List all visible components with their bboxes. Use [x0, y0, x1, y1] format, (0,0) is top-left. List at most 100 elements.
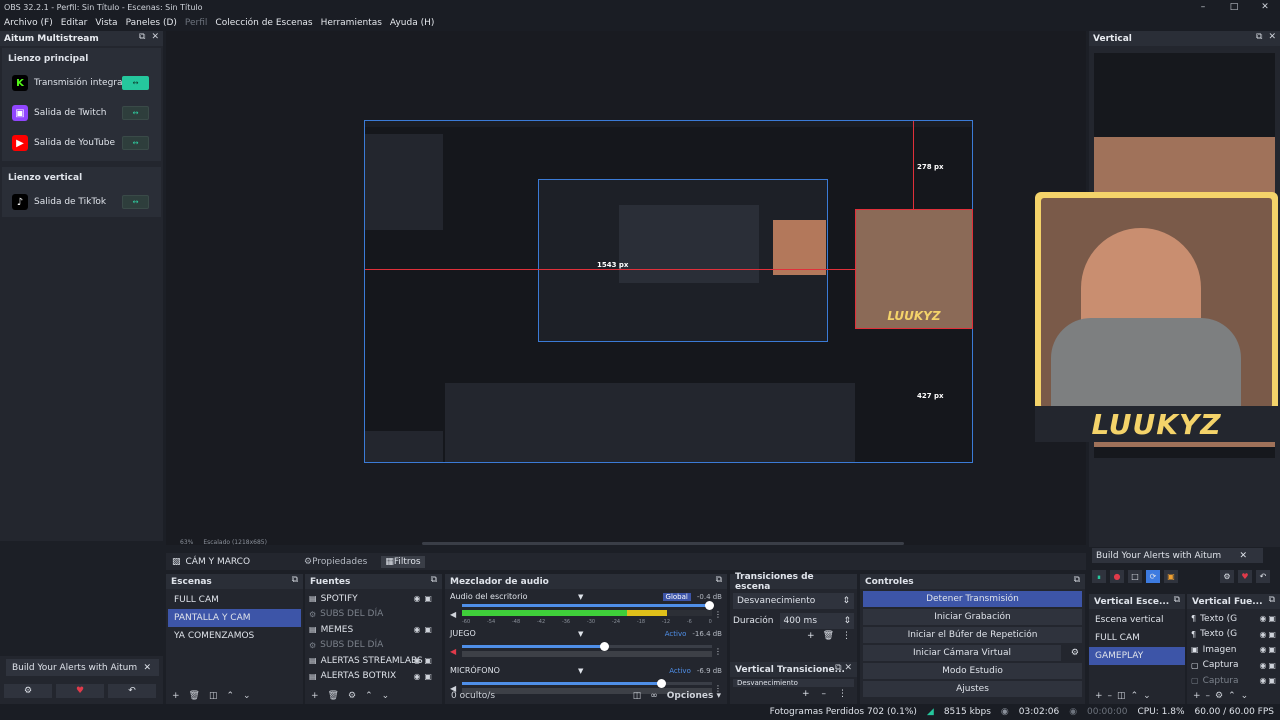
menu-item[interactable]: Colección de Escenas	[215, 18, 312, 28]
vertical-source-item[interactable]: ▢ Captura ◉▣	[1187, 673, 1280, 689]
vertical-source-item[interactable]: ▣ Imagen ◉▣	[1187, 642, 1280, 658]
vertical-scene-item[interactable]: FULL CAM	[1089, 629, 1185, 647]
stepper-icon[interactable]: ⇕	[843, 616, 851, 626]
float-icon[interactable]: ⧉	[716, 575, 722, 585]
pause-icon[interactable]: □	[1128, 570, 1142, 583]
output-toggle[interactable]: ↔	[122, 106, 149, 120]
trash-icon[interactable]: 🗑	[328, 691, 339, 701]
duration-input[interactable]: 400 ms ⇕	[779, 613, 854, 629]
source-item[interactable]: ▤ ALERTAS BOTRIX ◉▣	[305, 669, 442, 685]
close-icon[interactable]: ✕	[143, 663, 151, 673]
heart-icon[interactable]: ♥	[56, 684, 104, 698]
gear-icon[interactable]: ⚙	[348, 691, 356, 701]
source-item[interactable]: ⚙ SUBS DEL DÍA	[305, 638, 442, 654]
chevron-down-icon[interactable]: ▼	[578, 630, 583, 638]
properties-button[interactable]: ⚙Propiedades	[304, 557, 367, 567]
trash-icon[interactable]: 🗑	[189, 691, 200, 701]
float-icon[interactable]: ⧉	[139, 32, 145, 42]
float-icon[interactable]: ⧉	[292, 575, 298, 585]
vertical-scene-item[interactable]: Escena vertical	[1089, 611, 1185, 629]
control-button[interactable]: Iniciar Grabación	[863, 609, 1082, 625]
zoom-level[interactable]: 63%	[180, 539, 193, 546]
alert-banner[interactable]: Build Your Alerts with Aitum ✕	[6, 659, 159, 676]
visibility-lock-icons[interactable]: ◉▣	[1259, 614, 1278, 623]
nested-screen-capture[interactable]: LUUKYZ 1543 px 278 px 427 px	[364, 120, 973, 463]
reply-icon[interactable]: ↶	[1256, 570, 1270, 583]
visibility-lock-icons[interactable]: ◉▣	[413, 625, 436, 634]
minimize-icon[interactable]: –	[1188, 0, 1218, 14]
add-icon[interactable]: +	[802, 689, 810, 699]
volume-slider[interactable]	[462, 600, 714, 610]
down-icon[interactable]: ⌄	[1241, 691, 1249, 701]
gear-icon[interactable]: ⚙	[4, 684, 52, 698]
speaker-icon[interactable]: ◀	[450, 647, 462, 656]
speaker-icon[interactable]: ◀	[450, 610, 462, 619]
output-toggle[interactable]: ↔	[122, 195, 149, 209]
source-item[interactable]: ▤ SPOTIFY ◉▣	[305, 591, 442, 607]
close-icon[interactable]: ✕	[1239, 551, 1247, 561]
filter-icon[interactable]: ◫	[1117, 691, 1126, 701]
vertical-source-item[interactable]: ¶ Texto (G ◉▣	[1187, 627, 1280, 643]
up-icon[interactable]: ⌃	[1131, 691, 1139, 701]
scene-item[interactable]: YA COMENZAMOS	[168, 627, 301, 645]
control-button[interactable]: Iniciar Cámara Virtual ⚙	[863, 645, 1079, 661]
source-item[interactable]: ▤ MEMES ◉▣	[305, 622, 442, 638]
source-item[interactable]: ▤ ALERTAS STREAMLABS ◉▣	[305, 653, 442, 669]
add-icon[interactable]: +	[1193, 691, 1201, 701]
minus-icon[interactable]: –	[1108, 691, 1113, 701]
up-icon[interactable]: ⌃	[1228, 691, 1236, 701]
menu-item[interactable]: Paneles (D)	[126, 18, 177, 28]
volume-handle[interactable]	[704, 600, 714, 610]
minus-icon[interactable]: –	[822, 689, 827, 699]
filter-icon[interactable]: ◫	[209, 691, 218, 701]
down-icon[interactable]: ⌄	[243, 691, 251, 701]
menu-icon[interactable]: ⋮	[712, 610, 722, 619]
close-icon[interactable]: ⧉ ✕	[835, 663, 852, 673]
control-button[interactable]: Iniciar el Búfer de Repetición	[863, 627, 1082, 643]
menu-item[interactable]: Archivo (F)	[4, 18, 53, 28]
menu-item[interactable]: Herramientas	[321, 18, 382, 28]
gear-icon[interactable]: ⚙	[1071, 648, 1079, 658]
scene-item[interactable]: FULL CAM	[168, 591, 301, 609]
volume-handle[interactable]	[657, 679, 666, 688]
scaling-label[interactable]: Escalado (1218x685)	[203, 539, 267, 546]
float-icon[interactable]: ⧉	[1074, 575, 1080, 585]
chevron-down-icon[interactable]: ▼	[578, 667, 583, 675]
channel-badge[interactable]: Activo	[665, 630, 687, 638]
add-icon[interactable]: +	[311, 691, 319, 701]
add-icon[interactable]: +	[1095, 691, 1103, 701]
minus-icon[interactable]: –	[1206, 691, 1211, 701]
volume-slider[interactable]	[462, 679, 712, 688]
output-toggle[interactable]: ↔	[122, 136, 149, 150]
maximize-icon[interactable]: □	[1219, 0, 1249, 14]
menu-item[interactable]: Editar	[61, 18, 88, 28]
heart-icon[interactable]: ♥	[1238, 570, 1252, 583]
visibility-lock-icons[interactable]: ◉▣	[1259, 676, 1278, 685]
output-toggle[interactable]: ↔	[122, 76, 149, 90]
menu-icon[interactable]: ⋮	[838, 689, 847, 699]
gear-icon[interactable]: ⚙	[1215, 691, 1223, 701]
options-button[interactable]: Opciones ▾	[667, 691, 721, 701]
close-icon[interactable]: ✕	[151, 32, 159, 42]
vertical-transition-select[interactable]: Desvanecimiento	[733, 679, 854, 687]
close-window-icon[interactable]: ✕	[1250, 0, 1280, 14]
camera-icon[interactable]: ▣	[1164, 570, 1178, 583]
close-icon[interactable]: ✕	[1268, 32, 1276, 42]
control-button[interactable]: Ajustes	[863, 681, 1082, 697]
stream-toggle-icon[interactable]: ∎	[1092, 570, 1106, 583]
float-icon[interactable]: ⧉	[1174, 595, 1180, 605]
float-icon[interactable]: ⧉	[1256, 32, 1262, 42]
horizontal-scrollbar[interactable]	[422, 542, 904, 545]
up-icon[interactable]: ⌃	[227, 691, 235, 701]
down-icon[interactable]: ⌄	[1143, 691, 1151, 701]
replay-icon[interactable]: ⟳	[1146, 570, 1160, 583]
visibility-lock-icons[interactable]: ◉▣	[413, 656, 436, 665]
visibility-lock-icons[interactable]: ◉▣	[1259, 661, 1278, 670]
menu-item[interactable]: Vista	[95, 18, 117, 28]
float-icon[interactable]: ⧉	[431, 575, 437, 585]
visibility-lock-icons[interactable]: ◉▣	[1259, 645, 1278, 654]
scene-item[interactable]: PANTALLA Y CAM	[168, 609, 301, 627]
transition-select[interactable]: Desvanecimiento ⇕	[733, 593, 854, 609]
add-icon[interactable]: +	[807, 631, 815, 641]
gear-icon[interactable]: ⚙	[1220, 570, 1234, 583]
